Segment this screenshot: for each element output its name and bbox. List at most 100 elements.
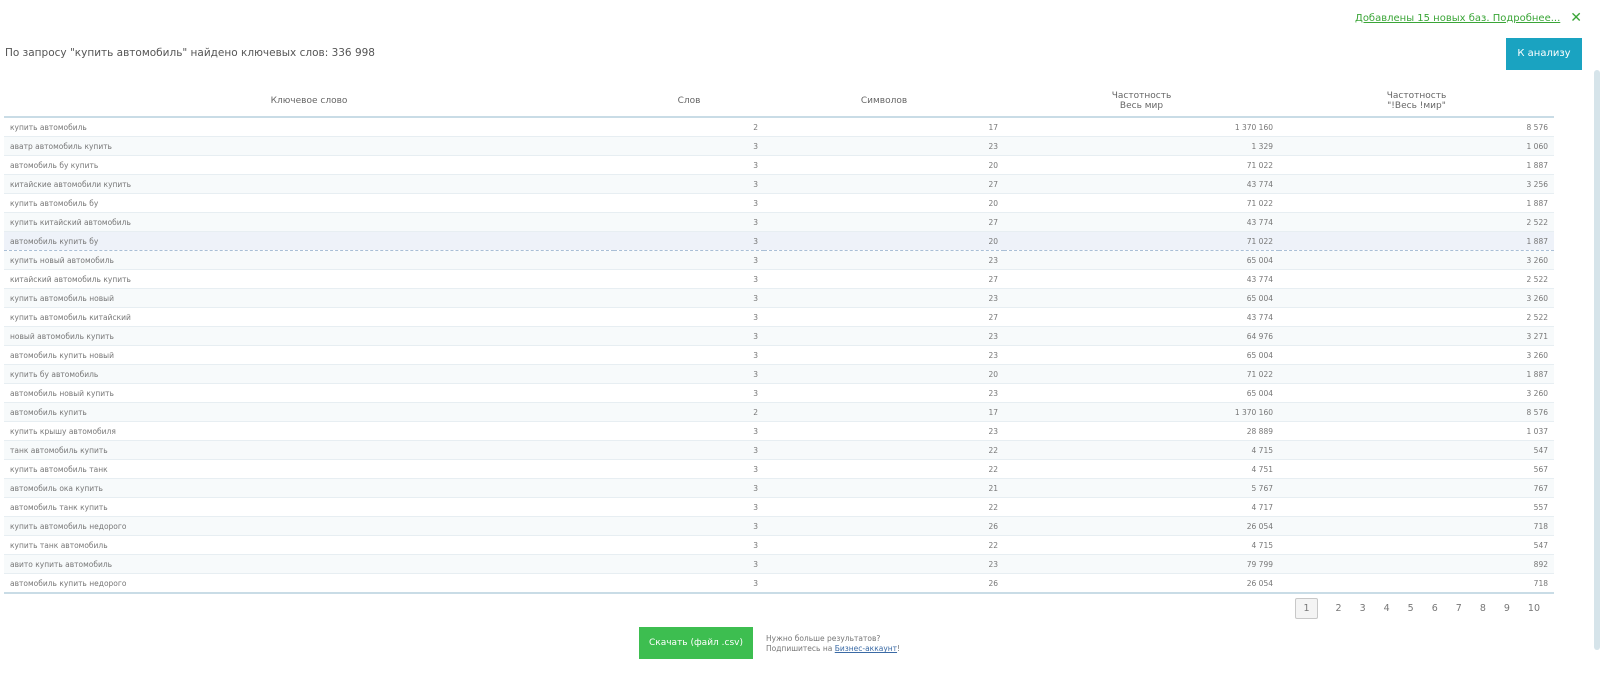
keywords-table-body: купить автомобиль 2 17 1 370 160 8 576 аватр … (4, 117, 1554, 594)
chars-cell: 23 (764, 136, 1004, 156)
page-8[interactable]: 8 (1480, 603, 1486, 614)
page-9[interactable]: 9 (1504, 603, 1510, 614)
exact-frequency-cell: 8 576 (1279, 117, 1554, 137)
exact-frequency-cell: 8 576 (1279, 402, 1554, 422)
words-cell: 3 (614, 345, 764, 365)
table-row[interactable]: купить крышу автомобиля 3 23 28 889 1 037 (4, 421, 1554, 441)
keyword-cell: купить новый автомобиль (4, 250, 614, 270)
exact-frequency-cell: 718 (1279, 516, 1554, 536)
words-cell: 2 (614, 117, 764, 137)
keyword-cell: китайский автомобиль купить (4, 269, 614, 289)
chars-cell: 20 (764, 193, 1004, 213)
upsell-line1: Нужно больше результатов? (766, 634, 881, 643)
header-exact-frequency-line1: Частотность (1386, 90, 1447, 101)
header-exact-frequency[interactable]: Частотность "!Весь !мир" (1279, 86, 1554, 118)
page-3[interactable]: 3 (1360, 603, 1366, 614)
frequency-cell: 4 715 (1004, 440, 1279, 460)
exact-frequency-cell: 1 060 (1279, 136, 1554, 156)
table-row[interactable]: автомобиль новый купить 3 23 65 004 3 260 (4, 383, 1554, 403)
table-row[interactable]: аватр автомобиль купить 3 23 1 329 1 060 (4, 136, 1554, 156)
table-row[interactable]: авито купить автомобиль 3 23 79 799 892 (4, 554, 1554, 574)
table-row[interactable]: китайские автомобили купить 3 27 43 774 3 25… (4, 174, 1554, 194)
page-2[interactable]: 2 (1336, 603, 1342, 614)
close-icon[interactable]: ✕ (1570, 10, 1582, 26)
keywords-table: Ключевое слово Слов Символов Частотность… (4, 86, 1554, 594)
header-keyword[interactable]: Ключевое слово (4, 86, 614, 118)
table-row[interactable]: купить танк автомобиль 3 22 4 715 547 (4, 535, 1554, 555)
header-frequency[interactable]: Частотность Весь мир (1004, 86, 1279, 118)
header-words[interactable]: Слов (614, 86, 764, 118)
frequency-cell: 71 022 (1004, 364, 1279, 384)
exact-frequency-cell: 3 260 (1279, 383, 1554, 403)
chars-cell: 27 (764, 212, 1004, 232)
exact-frequency-cell: 718 (1279, 573, 1554, 594)
table-row[interactable]: танк автомобиль купить 3 22 4 715 547 (4, 440, 1554, 460)
scrollbar[interactable] (1594, 70, 1600, 650)
frequency-cell: 43 774 (1004, 307, 1279, 327)
table-row[interactable]: автомобиль купить бу 3 20 71 022 1 887 (4, 231, 1554, 251)
page-5[interactable]: 5 (1408, 603, 1414, 614)
keyword-cell: автомобиль бу купить (4, 155, 614, 175)
words-cell: 3 (614, 554, 764, 574)
exact-frequency-cell: 3 256 (1279, 174, 1554, 194)
frequency-cell: 43 774 (1004, 212, 1279, 232)
keyword-cell: купить автомобиль бу (4, 193, 614, 213)
exact-frequency-cell: 2 522 (1279, 307, 1554, 327)
exact-frequency-cell: 557 (1279, 497, 1554, 517)
chars-cell: 23 (764, 554, 1004, 574)
frequency-cell: 1 370 160 (1004, 117, 1279, 137)
keyword-cell: аватр автомобиль купить (4, 136, 614, 156)
frequency-cell: 79 799 (1004, 554, 1279, 574)
words-cell: 3 (614, 440, 764, 460)
table-row[interactable]: новый автомобиль купить 3 23 64 976 3 271 (4, 326, 1554, 346)
exact-frequency-cell: 3 260 (1279, 250, 1554, 270)
chars-cell: 27 (764, 174, 1004, 194)
keyword-cell: авито купить автомобиль (4, 554, 614, 574)
page-title: По запросу "купить автомобиль" найдено к… (5, 47, 375, 59)
page-6[interactable]: 6 (1432, 603, 1438, 614)
new-databases-link[interactable]: Добавлены 15 новых баз. Подробнее... (1355, 13, 1560, 24)
table-row[interactable]: китайский автомобиль купить 3 27 43 774 2 52… (4, 269, 1554, 289)
chars-cell: 17 (764, 402, 1004, 422)
table-row[interactable]: купить автомобиль китайский 3 27 43 774 2 52… (4, 307, 1554, 327)
table-row[interactable]: купить автомобиль танк 3 22 4 751 567 (4, 459, 1554, 479)
to-analysis-button[interactable]: К анализу (1506, 38, 1582, 70)
table-row[interactable]: купить бу автомобиль 3 20 71 022 1 887 (4, 364, 1554, 384)
exact-frequency-cell: 3 260 (1279, 288, 1554, 308)
new-databases-notice: Добавлены 15 новых баз. Подробнее... ✕ (1355, 10, 1582, 26)
download-csv-button[interactable]: Скачать (файл .csv) (639, 627, 753, 659)
words-cell: 3 (614, 212, 764, 232)
business-account-link[interactable]: Бизнес-аккаунт (835, 644, 897, 653)
table-row[interactable]: купить новый автомобиль 3 23 65 004 3 260 (4, 250, 1554, 270)
table-row[interactable]: автомобиль купить новый 3 23 65 004 3 260 (4, 345, 1554, 365)
chars-cell: 23 (764, 326, 1004, 346)
upsell-suffix: ! (897, 644, 901, 654)
exact-frequency-cell: 767 (1279, 478, 1554, 498)
page-7[interactable]: 7 (1456, 603, 1462, 614)
exact-frequency-cell: 3 260 (1279, 345, 1554, 365)
table-row[interactable]: купить автомобиль бу 3 20 71 022 1 887 (4, 193, 1554, 213)
words-cell: 3 (614, 364, 764, 384)
table-row[interactable]: автомобиль ока купить 3 21 5 767 767 (4, 478, 1554, 498)
table-row[interactable]: купить китайский автомобиль 3 27 43 774 2 52… (4, 212, 1554, 232)
table-row[interactable]: автомобиль купить 2 17 1 370 160 8 576 (4, 402, 1554, 422)
exact-frequency-cell: 547 (1279, 440, 1554, 460)
keyword-cell: автомобиль купить бу (4, 231, 614, 251)
exact-frequency-cell: 1 887 (1279, 231, 1554, 251)
table-row[interactable]: купить автомобиль недорого 3 26 26 054 718 (4, 516, 1554, 536)
chars-cell: 23 (764, 383, 1004, 403)
words-cell: 3 (614, 326, 764, 346)
table-row[interactable]: автомобиль бу купить 3 20 71 022 1 887 (4, 155, 1554, 175)
keyword-cell: купить танк автомобиль (4, 535, 614, 555)
page-4[interactable]: 4 (1384, 603, 1390, 614)
words-cell: 3 (614, 383, 764, 403)
table-row[interactable]: купить автомобиль 2 17 1 370 160 8 576 (4, 117, 1554, 137)
exact-frequency-cell: 1 887 (1279, 364, 1554, 384)
table-row[interactable]: автомобиль купить недорого 3 26 26 054 718 (4, 573, 1554, 594)
header-chars[interactable]: Символов (764, 86, 1004, 118)
page-10[interactable]: 10 (1528, 603, 1540, 614)
table-row[interactable]: автомобиль танк купить 3 22 4 717 557 (4, 497, 1554, 517)
words-cell: 3 (614, 497, 764, 517)
page-1[interactable]: 1 (1295, 598, 1318, 619)
table-row[interactable]: купить автомобиль новый 3 23 65 004 3 260 (4, 288, 1554, 308)
